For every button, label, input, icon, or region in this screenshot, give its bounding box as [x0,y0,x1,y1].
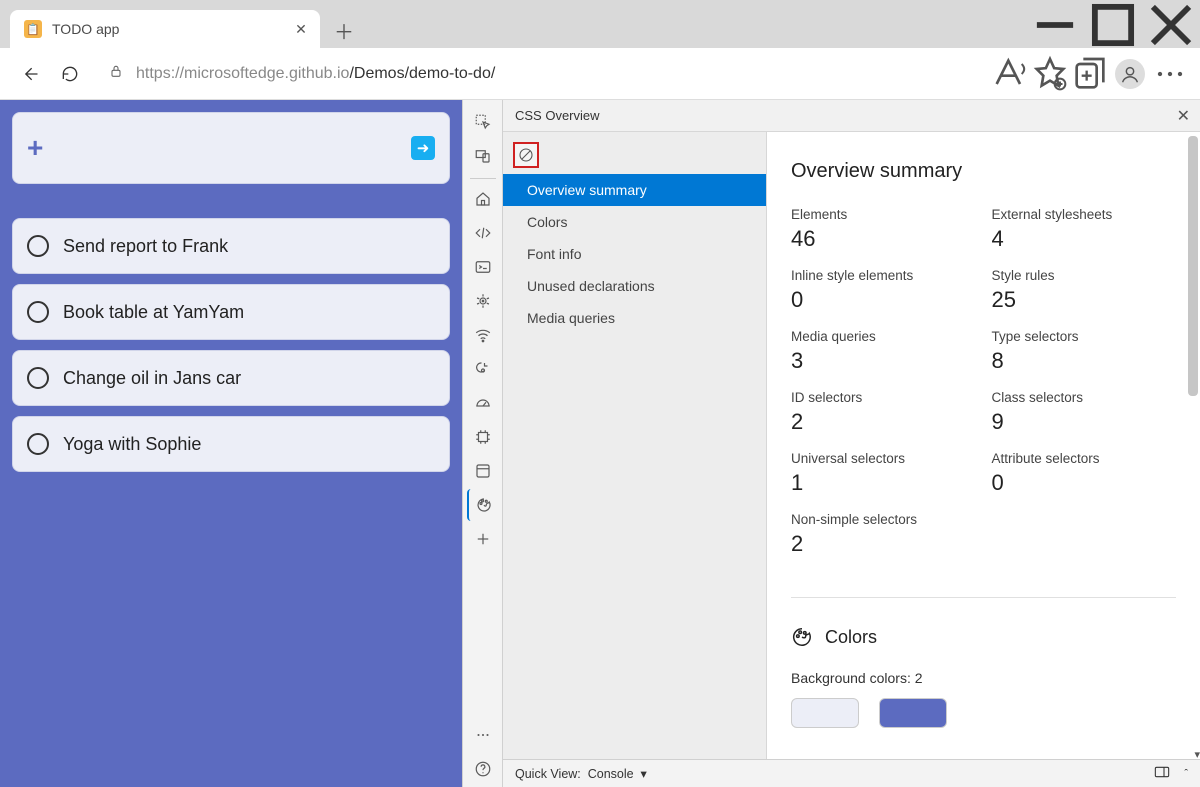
todo-checkbox[interactable] [27,433,49,455]
devtools-more-icon[interactable] [467,719,499,751]
stat-label: Elements [791,207,976,222]
more-tools-icon[interactable] [467,523,499,555]
todo-app-page: + ➜ Send report to Frank Book table at Y… [0,100,462,787]
add-task-icon[interactable]: + [27,132,43,164]
css-overview-tool-icon[interactable] [467,489,499,521]
css-overview-detail: Overview summary Elements 46 External sty… [767,132,1200,748]
browser-tab[interactable]: 📋 TODO app ✕ [10,10,320,48]
css-overview-panel: CSS Overview ✕ Overview summary Colors F… [502,100,1200,787]
background-colors-label: Background colors: 2 [791,670,1176,686]
favorites-button[interactable] [1030,54,1070,94]
performance-tool-icon[interactable] [467,387,499,419]
memory-tool-icon[interactable] [467,353,499,385]
stat-value: 2 [791,409,976,435]
todo-item[interactable]: Send report to Frank [12,218,450,274]
nav-colors[interactable]: Colors [503,206,766,238]
stat-label: ID selectors [791,390,976,405]
window-minimize-button[interactable] [1026,2,1084,48]
stat-label: Media queries [791,329,976,344]
stat-label: Inline style elements [791,268,976,283]
stat-value: 0 [992,470,1177,496]
summary-heading: Overview summary [791,160,1176,183]
help-icon[interactable] [467,753,499,785]
todo-item[interactable]: Book table at YamYam [12,284,450,340]
stat-value: 25 [992,287,1177,313]
refresh-button[interactable] [50,54,90,94]
close-panel-button[interactable]: ✕ [1177,106,1190,126]
todo-input-card[interactable]: + ➜ [12,112,450,184]
css-overview-title: CSS Overview [515,108,600,123]
dock-side-icon[interactable] [1154,765,1170,782]
lock-icon [108,63,124,84]
submit-task-icon[interactable]: ➜ [411,136,435,160]
stat-value: 9 [992,409,1177,435]
todo-checkbox[interactable] [27,301,49,323]
devtools-toolbar [462,100,502,787]
colors-heading: Colors [825,627,877,648]
settings-menu-button[interactable] [1150,54,1190,94]
stat-value: 1 [791,470,976,496]
url-text: https://microsoftedge.github.io/Demos/de… [136,65,495,83]
sources-tool-icon[interactable] [467,285,499,317]
storage-tool-icon[interactable] [467,455,499,487]
color-swatch[interactable] [791,698,859,728]
application-tool-icon[interactable] [467,421,499,453]
stat-value: 46 [791,226,976,252]
stat-label: External stylesheets [992,207,1177,222]
new-tab-button[interactable]: ＋ [326,12,362,48]
scrollbar[interactable]: ▾ [1188,136,1198,759]
stat-value: 3 [791,348,976,374]
css-overview-nav: Overview summary Colors Font info Unused… [503,132,767,759]
stat-value: 8 [992,348,1177,374]
palette-icon [791,626,813,648]
window-maximize-button[interactable] [1084,2,1142,48]
avatar-icon [1115,59,1145,89]
todo-text: Book table at YamYam [63,302,244,323]
stat-label: Universal selectors [791,451,976,466]
url-input[interactable]: https://microsoftedge.github.io/Demos/de… [98,56,982,92]
nav-font-info[interactable]: Font info [503,238,766,270]
stat-value: 0 [791,287,976,313]
network-tool-icon[interactable] [467,319,499,351]
stat-label: Class selectors [992,390,1177,405]
elements-tool-icon[interactable] [467,217,499,249]
todo-text: Change oil in Jans car [63,368,241,389]
welcome-icon[interactable] [467,183,499,215]
stat-value: 2 [791,531,976,557]
nav-unused-declarations[interactable]: Unused declarations [503,270,766,302]
quick-view-bar: Quick View: Console ▾ ˆ [503,759,1200,787]
stat-label: Attribute selectors [992,451,1177,466]
profile-button[interactable] [1110,54,1150,94]
stat-label: Non-simple selectors [791,512,976,527]
quick-view-selector[interactable]: Console ▾ [588,766,647,781]
todo-text: Send report to Frank [63,236,228,257]
todo-checkbox[interactable] [27,367,49,389]
console-tool-icon[interactable] [467,251,499,283]
color-swatch[interactable] [879,698,947,728]
stat-label: Style rules [992,268,1177,283]
chevron-down-icon[interactable]: ▾ [1194,748,1200,759]
nav-overview-summary[interactable]: Overview summary [503,174,766,206]
chevron-up-icon[interactable]: ˆ [1184,768,1188,780]
todo-item[interactable]: Yoga with Sophie [12,416,450,472]
clipboard-icon: 📋 [24,20,42,38]
quick-view-label: Quick View: [515,767,581,781]
stat-label: Type selectors [992,329,1177,344]
window-close-button[interactable] [1142,2,1200,48]
todo-item[interactable]: Change oil in Jans car [12,350,450,406]
device-toggle-icon[interactable] [467,140,499,172]
todo-checkbox[interactable] [27,235,49,257]
inspect-element-icon[interactable] [467,106,499,138]
stat-value: 4 [992,226,1177,252]
address-bar: https://microsoftedge.github.io/Demos/de… [0,48,1200,100]
clear-overview-button[interactable] [513,142,539,168]
nav-media-queries[interactable]: Media queries [503,302,766,334]
tab-title: TODO app [52,21,292,37]
collections-button[interactable] [1070,54,1110,94]
read-aloud-button[interactable] [990,54,1030,94]
window-titlebar: 📋 TODO app ✕ ＋ [0,0,1200,48]
todo-text: Yoga with Sophie [63,434,201,455]
close-tab-button[interactable]: ✕ [292,20,310,38]
back-button[interactable] [10,54,50,94]
